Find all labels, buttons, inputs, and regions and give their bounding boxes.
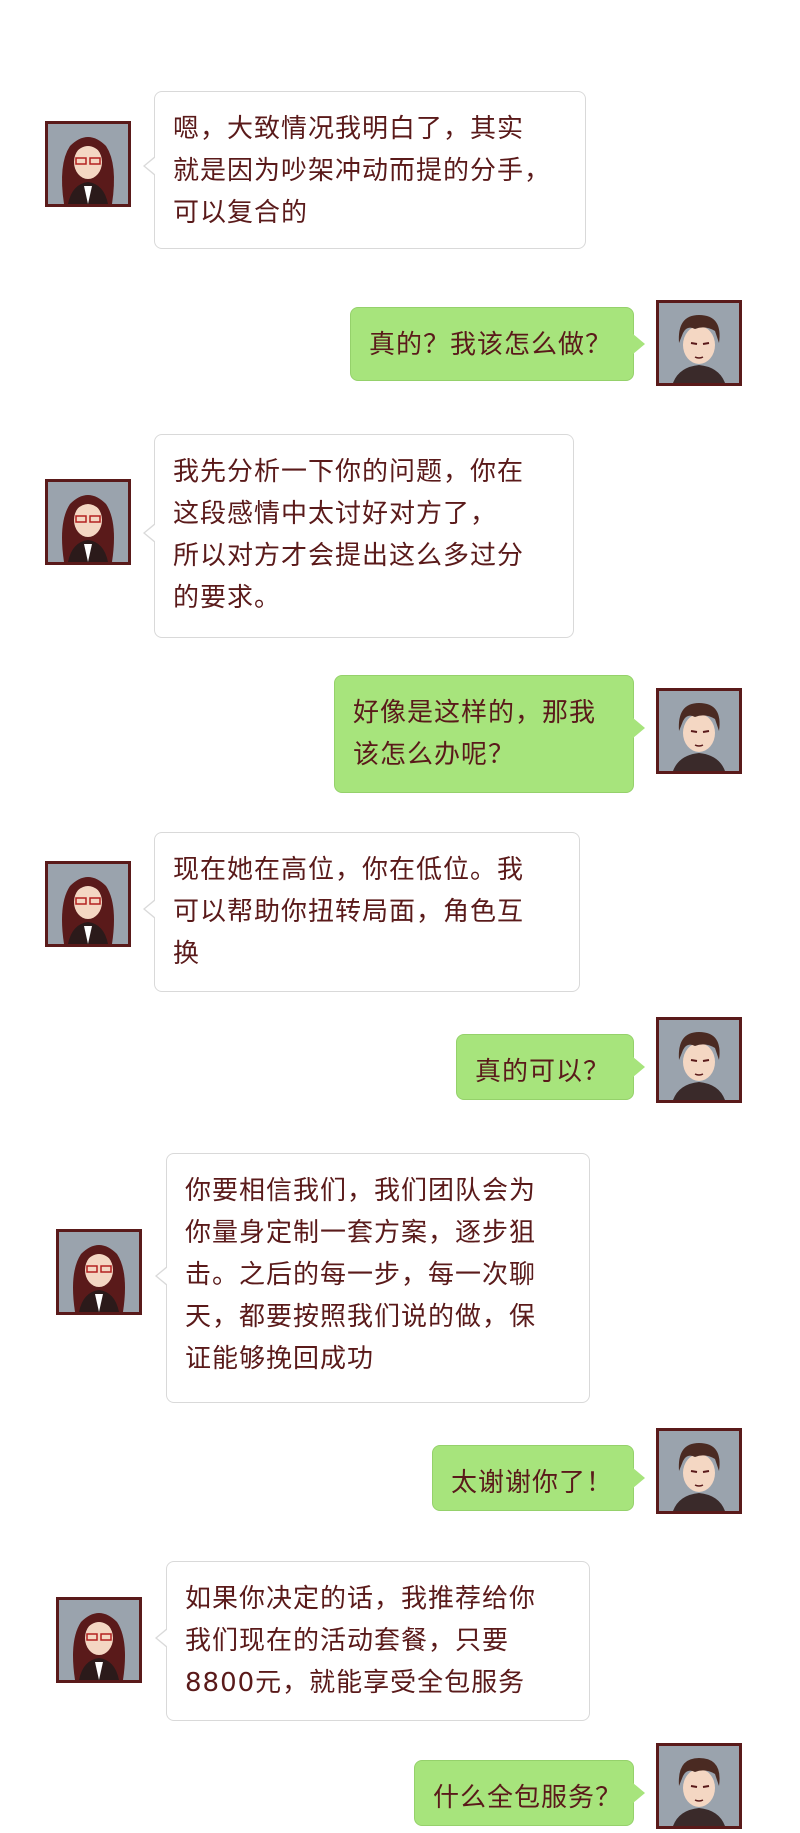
message-line: 好像是这样的，那我 — [353, 698, 597, 728]
bubble-tail — [633, 718, 645, 738]
bubble-tail — [143, 156, 156, 176]
message-line: 可以复合的 — [173, 198, 309, 228]
bubble-tail — [633, 1783, 645, 1803]
message-line: 你量身定制一套方案，逐步狙 — [185, 1218, 537, 1248]
message-bubble[interactable]: 太谢谢你了！ — [432, 1445, 645, 1511]
message-line: 该怎么办呢？ — [353, 740, 516, 770]
man-avatar-icon — [659, 1746, 739, 1826]
message-bubble[interactable]: 你要相信我们，我们团队会为 你量身定制一套方案，逐步狙 击。之后的每一步，每一次… — [155, 1153, 590, 1403]
message-bubble[interactable]: 真的？我该怎么做？ — [350, 307, 645, 381]
bubble-tail — [143, 523, 156, 543]
message-line: 嗯，大致情况我明白了，其实 — [173, 114, 525, 144]
message-bubble[interactable]: 嗯，大致情况我明白了，其实 就是因为吵架冲动而提的分手， 可以复合的 — [143, 91, 586, 249]
message-line: 我们现在的活动套餐，只要 — [185, 1626, 510, 1656]
client-avatar[interactable] — [656, 1743, 742, 1829]
message-bubble[interactable]: 什么全包服务？ — [414, 1760, 645, 1826]
woman-glasses-icon — [59, 1232, 139, 1312]
consultant-avatar[interactable] — [45, 121, 131, 207]
message-line: 所以对方才会提出这么多过分 — [173, 541, 525, 571]
client-avatar[interactable] — [656, 1428, 742, 1514]
message-bubble[interactable]: 我先分析一下你的问题，你在 这段感情中太讨好对方了， 所以对方才会提出这么多过分… — [143, 434, 574, 638]
message-bubble[interactable]: 真的可以？ — [456, 1034, 645, 1100]
message-line: 你要相信我们，我们团队会为 — [185, 1176, 537, 1206]
message-line: 什么全包服务？ — [433, 1783, 623, 1813]
message-line: 就是因为吵架冲动而提的分手， — [173, 156, 552, 186]
bubble-tail — [633, 1057, 645, 1077]
message-line: 天，都要按照我们说的做，保 — [185, 1302, 537, 1332]
man-avatar-icon — [659, 1431, 739, 1511]
message-line: 的要求。 — [173, 583, 282, 613]
man-avatar-icon — [659, 303, 739, 383]
bubble-tail — [633, 1468, 645, 1488]
message-line: 8800元，就能享受全包服务 — [185, 1668, 526, 1698]
consultant-avatar[interactable] — [56, 1597, 142, 1683]
bubble-tail — [633, 334, 645, 354]
message-bubble[interactable]: 如果你决定的话，我推荐给你 我们现在的活动套餐，只要 8800元，就能享受全包服… — [155, 1561, 590, 1721]
consultant-avatar[interactable] — [45, 861, 131, 947]
client-avatar[interactable] — [656, 300, 742, 386]
man-avatar-icon — [659, 1020, 739, 1100]
bubble-tail — [143, 899, 156, 919]
message-line: 我先分析一下你的问题，你在 — [173, 457, 525, 487]
client-avatar[interactable] — [656, 1017, 742, 1103]
bubble-tail — [155, 1266, 168, 1286]
woman-glasses-icon — [48, 864, 128, 944]
message-line: 击。之后的每一步，每一次聊 — [185, 1260, 537, 1290]
message-bubble[interactable]: 现在她在高位，你在低位。我 可以帮助你扭转局面，角色互 换 — [143, 832, 580, 992]
bubble-tail — [155, 1628, 168, 1648]
woman-glasses-icon — [59, 1600, 139, 1680]
message-line: 这段感情中太讨好对方了， — [173, 499, 498, 529]
consultant-avatar[interactable] — [45, 479, 131, 565]
client-avatar[interactable] — [656, 688, 742, 774]
message-line: 太谢谢你了！ — [451, 1468, 614, 1498]
consultant-avatar[interactable] — [56, 1229, 142, 1315]
message-bubble[interactable]: 好像是这样的，那我 该怎么办呢？ — [334, 675, 645, 793]
message-line: 真的可以？ — [475, 1057, 611, 1087]
message-line: 真的？我该怎么做？ — [369, 330, 613, 360]
message-line: 现在她在高位，你在低位。我 — [173, 855, 525, 885]
message-line: 可以帮助你扭转局面，角色互 — [173, 897, 525, 927]
man-avatar-icon — [659, 691, 739, 771]
woman-glasses-icon — [48, 124, 128, 204]
message-line: 证能够挽回成功 — [185, 1344, 375, 1374]
message-line: 换 — [173, 939, 201, 969]
woman-glasses-icon — [48, 482, 128, 562]
message-line: 如果你决定的话，我推荐给你 — [185, 1584, 537, 1614]
